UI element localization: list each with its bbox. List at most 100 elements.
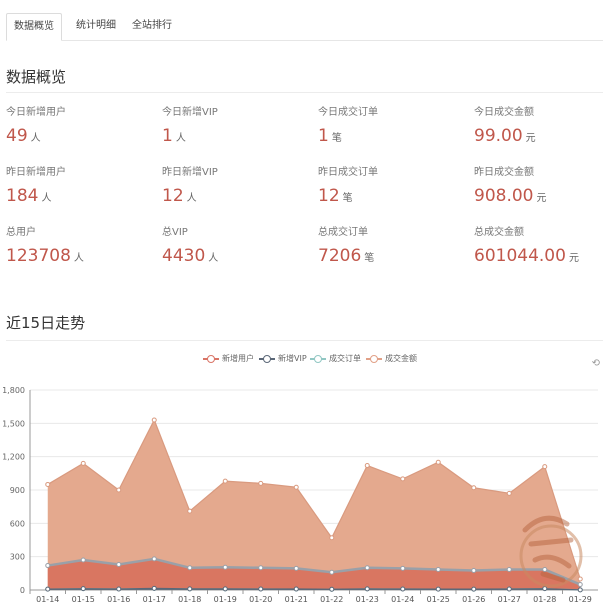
data-point (329, 586, 335, 592)
data-point (471, 586, 477, 592)
overview-title: 数据概览 (6, 68, 67, 86)
stat-label: 昨日新增VIP (162, 167, 218, 178)
restore-icon[interactable]: ⟲ (592, 358, 600, 369)
stat-unit: 人 (41, 193, 52, 204)
data-point (80, 460, 86, 466)
data-point (471, 485, 477, 491)
data-point (45, 563, 51, 569)
y-tick-label: 300 (10, 553, 25, 562)
stat-value: 908.00 (474, 186, 534, 206)
stat-yesterday-amount: 昨日成交金额 908.00 元 (474, 167, 546, 210)
series-area (47, 588, 581, 590)
series-line (47, 557, 581, 586)
legend-label: 成交订单 (329, 354, 361, 363)
data-point (329, 569, 335, 575)
stat-unit: 元 (568, 253, 579, 264)
tab-site-ranking[interactable]: 全站排行 (122, 13, 182, 39)
data-point (222, 478, 228, 484)
stat-unit: 笔 (331, 133, 342, 144)
x-tick-label: 01-21 (285, 595, 308, 604)
stat-value: 123708 (6, 246, 71, 266)
stat-value: 4430 (162, 246, 206, 266)
data-point (116, 487, 122, 493)
legend-marker (366, 354, 382, 364)
tab-bar: 数据概览 统计明细 全站排行 (6, 13, 603, 41)
stat-total-vip: 总VIP 4430 人 (162, 227, 218, 270)
stat-today-new-users: 今日新增用户 49 人 (6, 107, 66, 150)
data-point (471, 586, 477, 592)
y-tick-label: 0 (20, 586, 25, 595)
stat-unit: 人 (73, 253, 84, 264)
stat-unit: 人 (175, 133, 186, 144)
stat-today-amount: 今日成交金额 99.00 元 (474, 107, 536, 150)
data-point (80, 557, 86, 563)
data-point (45, 586, 51, 592)
y-tick-label: 600 (10, 519, 25, 528)
legend-label: 成交金额 (385, 354, 417, 363)
stat-value: 1 (318, 126, 329, 146)
stat-label: 总成交金额 (474, 227, 524, 238)
y-tick-label: 1,200 (2, 453, 25, 462)
stat-label: 总VIP (162, 227, 188, 238)
x-tick-label: 01-18 (178, 595, 201, 604)
data-point (258, 480, 264, 486)
x-tick-label: 01-16 (107, 595, 130, 604)
data-point (400, 586, 406, 592)
x-tick-label: 01-23 (356, 595, 379, 604)
stat-label: 总成交订单 (318, 227, 368, 238)
stat-total-orders: 总成交订单 7206 笔 (318, 227, 374, 270)
data-point (80, 586, 86, 592)
series-line (47, 587, 581, 591)
stat-total-amount: 总成交金额 601044.00 元 (474, 227, 579, 270)
legend-item-new-users[interactable]: 新增用户 (203, 353, 254, 365)
x-tick-label: 01-19 (214, 595, 237, 604)
series-area (47, 588, 581, 590)
trend-title: 近15日走势 (6, 314, 86, 332)
data-point (542, 464, 548, 470)
data-point (45, 586, 51, 592)
tab-statistics-detail[interactable]: 统计明细 (66, 13, 126, 39)
legend-marker (203, 354, 219, 364)
stat-unit: 笔 (364, 253, 375, 264)
data-point (364, 586, 370, 592)
stat-label: 昨日成交订单 (318, 167, 378, 178)
series-area (47, 558, 581, 590)
x-tick-label: 01-25 (427, 595, 450, 604)
overview-divider (6, 92, 603, 93)
data-point (293, 586, 299, 592)
data-point (151, 417, 157, 423)
data-point (400, 586, 406, 592)
x-tick-label: 01-15 (72, 595, 95, 604)
tab-overview[interactable]: 数据概览 (6, 13, 62, 41)
data-point (187, 508, 193, 514)
stat-yesterday-new-users: 昨日新增用户 184 人 (6, 167, 66, 210)
data-point (471, 568, 477, 574)
data-point (187, 565, 193, 571)
stat-value: 99.00 (474, 126, 523, 146)
stat-value: 12 (162, 186, 184, 206)
stat-label: 今日成交订单 (318, 107, 378, 118)
stat-today-orders: 今日成交订单 1笔 (318, 107, 378, 150)
tab-site-ranking-label: 全站排行 (132, 20, 172, 31)
stat-label: 总用户 (6, 227, 36, 238)
stat-label: 昨日成交金额 (474, 167, 534, 178)
stat-unit: 元 (536, 193, 547, 204)
data-point (293, 565, 299, 571)
data-point (329, 535, 335, 541)
data-point (116, 561, 122, 567)
data-point (364, 463, 370, 469)
data-point (116, 586, 122, 592)
data-point (80, 586, 86, 592)
x-tick-label: 01-24 (391, 595, 414, 604)
legend-label: 新增用户 (222, 354, 254, 363)
legend-marker (310, 354, 326, 364)
legend-item-orders[interactable]: 成交订单 (310, 353, 361, 365)
data-point (151, 585, 157, 591)
legend-item-amount[interactable]: 成交金额 (366, 353, 417, 365)
legend-item-new-vip[interactable]: 新增VIP (259, 353, 307, 365)
y-tick-label: 1,500 (2, 419, 25, 428)
data-point (222, 586, 228, 592)
stat-value: 1 (162, 126, 173, 146)
y-tick-label: 1,800 (2, 386, 25, 395)
data-point (364, 586, 370, 592)
